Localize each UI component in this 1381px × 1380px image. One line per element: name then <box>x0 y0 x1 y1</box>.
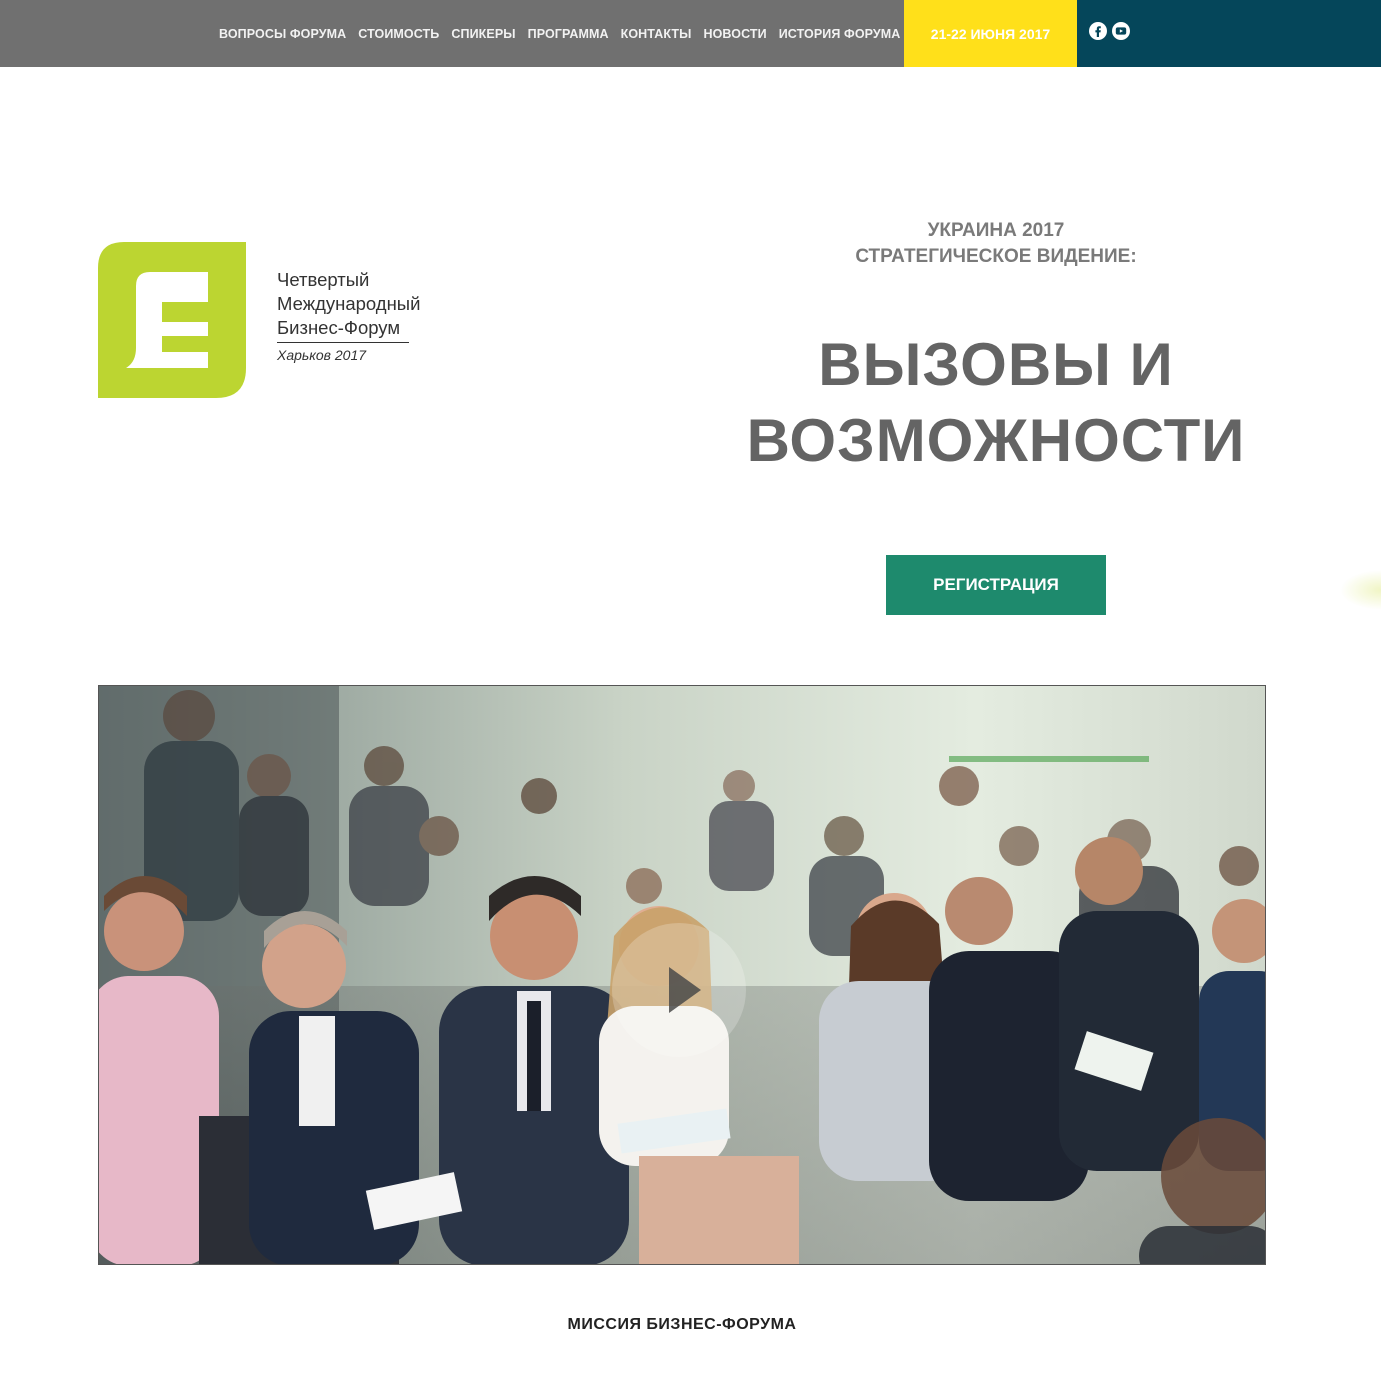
facebook-icon[interactable] <box>1089 22 1107 40</box>
social-links <box>1077 0 1381 67</box>
logo-line-2: Международный <box>277 293 421 314</box>
play-icon[interactable] <box>612 923 746 1057</box>
nav-item-forum-history[interactable]: ИСТОРИЯ ФОРУМА <box>773 27 907 41</box>
logo-line-3: Бизнес-Форум <box>277 317 401 338</box>
main-menu: ВОПРОСЫ ФОРУМА СТОИМОСТЬ СПИКЕРЫ ПРОГРАМ… <box>213 0 906 67</box>
forum-logo-icon[interactable] <box>98 242 246 398</box>
nav-item-forum-questions[interactable]: ВОПРОСЫ ФОРУМА <box>213 27 352 41</box>
mission-heading: МИССИЯ БИЗНЕС-ФОРУМА <box>567 1316 797 1333</box>
logo-divider <box>277 342 409 343</box>
nav-item-program[interactable]: ПРОГРАММА <box>522 27 615 41</box>
youtube-icon[interactable] <box>1112 22 1130 40</box>
event-date-badge: 21-22 ИЮНЯ 2017 <box>904 0 1077 67</box>
hero-title: ВЫЗОВЫ И ВОЗМОЖНОСТИ <box>700 327 1292 479</box>
hero-subtitle-line-2: СТРАТЕГИЧЕСКОЕ ВИДЕНИЕ: <box>855 246 1137 267</box>
hero-subtitle-line-1: УКРАИНА 2017 <box>927 220 1065 241</box>
logo-caption: Четвертый Международный Бизнес-Форум Хар… <box>277 268 420 363</box>
decorative-glow <box>1340 570 1381 610</box>
hero-subtitle: УКРАИНА 2017 СТРАТЕГИЧЕСКОЕ ВИДЕНИЕ: <box>770 218 1222 270</box>
logo-city: Харьков 2017 <box>277 347 367 363</box>
nav-item-contacts[interactable]: КОНТАКТЫ <box>615 27 698 41</box>
register-button[interactable]: РЕГИСТРАЦИЯ <box>886 555 1106 615</box>
nav-item-price[interactable]: СТОИМОСТЬ <box>352 27 445 41</box>
nav-item-speakers[interactable]: СПИКЕРЫ <box>445 27 521 41</box>
nav-item-news[interactable]: НОВОСТИ <box>697 27 772 41</box>
hero-title-line-2: ВОЗМОЖНОСТИ <box>746 407 1246 474</box>
hero-title-line-1: ВЫЗОВЫ И <box>818 331 1174 398</box>
event-date-text: 21-22 ИЮНЯ 2017 <box>930 25 1051 42</box>
logo-line-1: Четвертый <box>277 269 370 290</box>
